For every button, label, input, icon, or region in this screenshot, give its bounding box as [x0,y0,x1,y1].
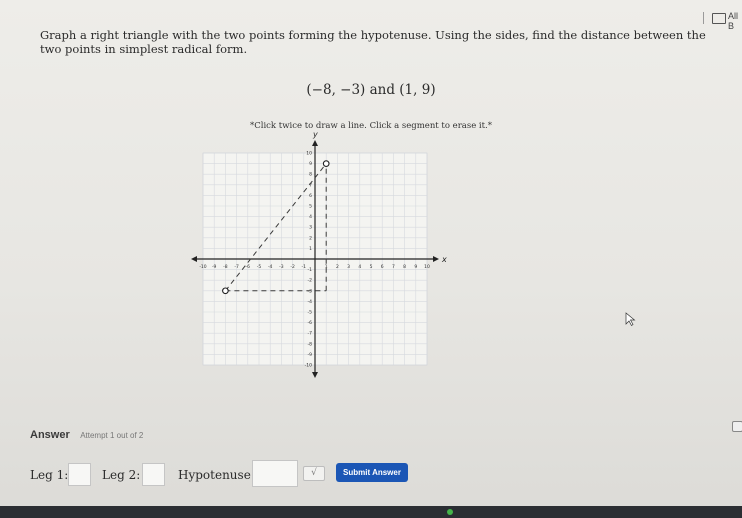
x-tick-label: 10 [424,264,430,270]
hypotenuse-label: Hypotenuse: [178,468,255,482]
hypotenuse-input[interactable]: √ [252,460,325,487]
x-axis-arrow-right [433,256,439,262]
y-axis-label: y [312,130,318,139]
x-tick-label: -4 [268,264,273,270]
status-indicator-icon [447,509,453,515]
x-tick-label: 5 [370,264,373,270]
y-tick-label: 10 [306,151,312,157]
page: All B Graph a right triangle with the tw… [0,0,742,518]
y-tick-label: 6 [309,193,312,199]
x-tick-label: -5 [257,264,262,270]
y-tick-label: -6 [308,320,313,326]
sqrt-button[interactable]: √ [303,466,325,481]
x-tick-label: -8 [223,264,228,270]
x-tick-label: -10 [199,264,206,270]
x-tick-label: -7 [234,264,239,270]
y-tick-label: -10 [305,363,312,369]
y-tick-label: -8 [308,341,313,347]
x-axis-arrow-left [191,256,197,262]
graph-point [222,287,229,295]
y-tick-label: 1 [309,246,312,252]
leg2-label: Leg 2: [102,468,141,482]
y-tick-label: -5 [308,310,313,316]
x-tick-label: 4 [358,264,361,270]
y-tick-label: 3 [309,225,312,231]
x-tick-label: -1 [302,264,307,270]
y-tick-label: -1 [308,267,313,273]
answer-title: Answer [30,429,70,441]
x-tick-label: 3 [347,264,350,270]
x-tick-label: 8 [403,264,406,270]
mouse-cursor-icon [625,312,636,327]
side-panel-icon[interactable] [732,421,742,432]
y-tick-label: 4 [309,214,312,220]
x-tick-label: 6 [381,264,384,270]
x-axis-label: x [441,255,447,264]
x-tick-label: -3 [279,264,284,270]
x-tick-label: 9 [414,264,417,270]
y-tick-label: 5 [309,204,312,210]
y-tick-label: -7 [308,331,313,337]
leg2-input[interactable] [142,463,165,486]
attempt-counter: Attempt 1 out of 2 [80,431,144,440]
graph-point [322,160,330,167]
y-tick-label: -4 [308,299,313,305]
y-tick-label: -2 [308,278,313,284]
leg1-label: Leg 1: [30,468,69,482]
taskbar [0,506,742,518]
y-tick-label: 2 [309,235,312,241]
x-tick-label: -2 [290,264,295,270]
submit-button[interactable]: Submit Answer [336,463,408,482]
x-tick-label: -6 [246,264,251,270]
y-axis-arrow-up [312,140,318,146]
y-tick-label: -9 [308,352,313,358]
x-tick-label: 7 [392,264,395,270]
y-axis-arrow-down [312,372,318,378]
y-tick-label: 8 [309,172,312,178]
x-tick-label: -9 [212,264,217,270]
x-tick-label: 2 [336,264,339,270]
leg1-input[interactable] [68,463,91,486]
answer-header: Answer Attempt 1 out of 2 [30,425,143,443]
y-tick-label: 9 [309,161,312,167]
